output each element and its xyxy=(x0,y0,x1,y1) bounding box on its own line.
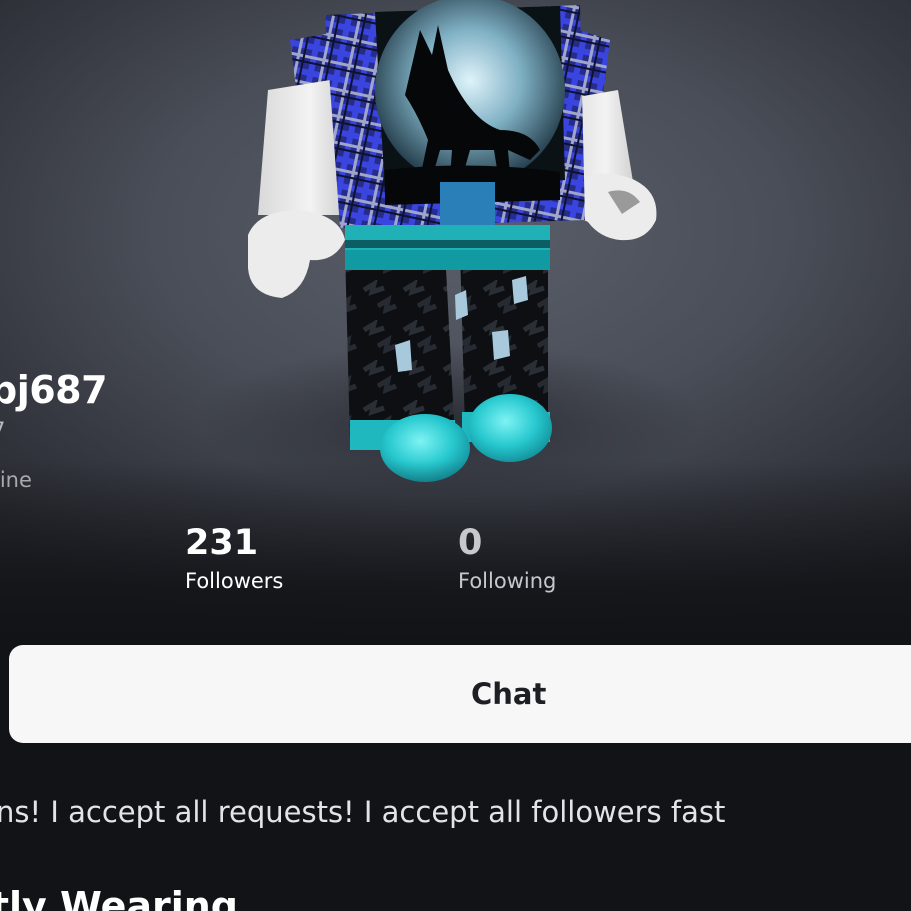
display-name: bj687 xyxy=(0,368,108,412)
followers-count: 231 xyxy=(185,523,259,563)
chat-button-label: Chat xyxy=(471,677,547,711)
hero-fade xyxy=(0,460,911,640)
following-count: 0 xyxy=(458,523,483,563)
about-text: ns! I accept all requests! I accept all … xyxy=(0,795,726,829)
avatar-3d-figure xyxy=(248,0,657,482)
chat-button[interactable]: Chat xyxy=(9,645,911,743)
followers-stat[interactable]: 231 Followers xyxy=(185,522,283,596)
followers-label: Followers xyxy=(185,569,284,593)
currently-wearing-heading: ently Wearing xyxy=(0,884,239,911)
following-label: Following xyxy=(458,569,557,593)
username: 7 xyxy=(0,418,5,442)
following-stat[interactable]: 0 Following xyxy=(458,522,556,596)
torso xyxy=(325,0,585,251)
profile-screen: bj687 7 line 231 Followers 0 Following C… xyxy=(0,0,911,911)
presence-status: line xyxy=(0,468,32,492)
